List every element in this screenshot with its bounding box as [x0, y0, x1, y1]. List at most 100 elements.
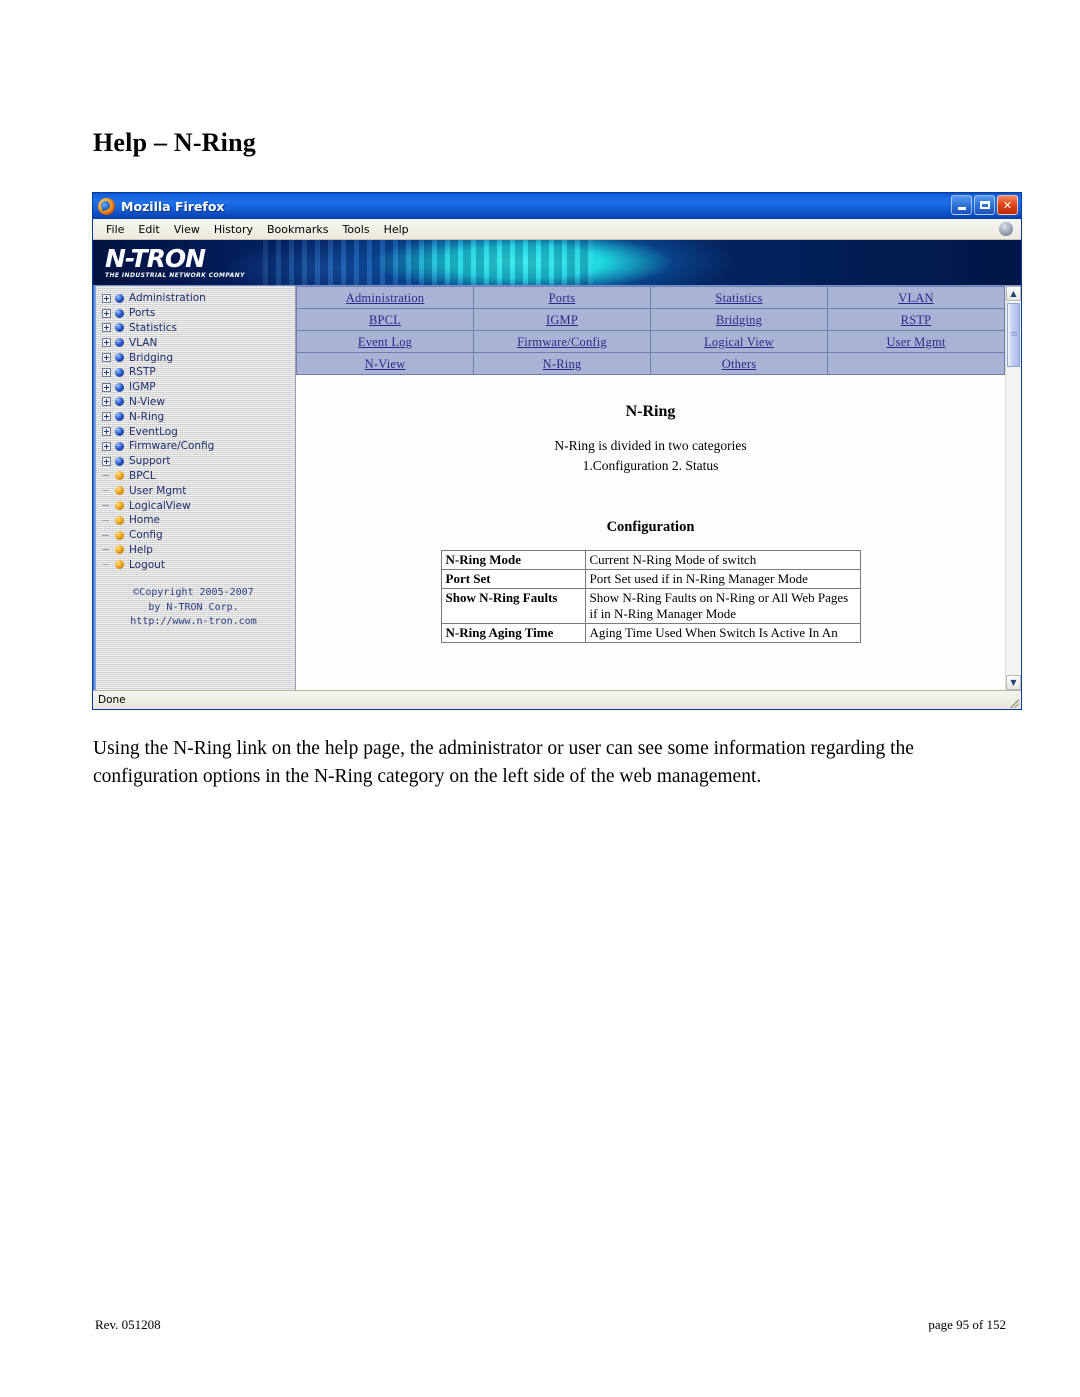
link-event-log[interactable]: Event Log [358, 335, 412, 349]
sidebar-item-bpcl[interactable]: BPCL [98, 469, 295, 484]
sidebar-item-rstp[interactable]: RSTP [98, 365, 295, 380]
resize-grip-icon[interactable] [1008, 697, 1019, 708]
sidebar-item-label: Statistics [129, 321, 177, 334]
expand-plus-icon[interactable] [102, 441, 111, 451]
link-ports[interactable]: Ports [549, 291, 576, 305]
link-cell-igmp[interactable]: IGMP [473, 308, 651, 331]
link-cell-n-ring[interactable]: N-Ring [473, 352, 651, 375]
sidebar-item-igmp[interactable]: IGMP [98, 380, 295, 395]
sidebar-item-eventlog[interactable]: EventLog [98, 424, 295, 439]
menu-tools[interactable]: Tools [335, 222, 376, 237]
expand-plus-icon[interactable] [102, 427, 111, 437]
sidebar-item-statistics[interactable]: Statistics [98, 321, 295, 336]
link-n-ring[interactable]: N-Ring [543, 357, 582, 371]
sidebar-item-label: Bridging [129, 351, 174, 364]
sidebar-item-firmware-config[interactable]: Firmware/Config [98, 439, 295, 454]
link-cell-n-view[interactable]: N-View [296, 352, 474, 375]
sidebar-item-n-view[interactable]: N-View [98, 395, 295, 410]
sidebar-item-label: VLAN [129, 336, 158, 349]
sidebar-item-config[interactable]: Config [98, 528, 295, 543]
navigation-sidebar[interactable]: Administration Ports Statistics VLAN Bri [93, 286, 296, 690]
sidebar-item-logout[interactable]: Logout [98, 557, 295, 572]
link-bridging[interactable]: Bridging [716, 313, 762, 327]
scrollbar-thumb[interactable] [1007, 303, 1020, 367]
link-cell-event-log[interactable]: Event Log [296, 330, 474, 353]
link-cell-user-mgmt[interactable]: User Mgmt [827, 330, 1005, 353]
expand-plus-icon[interactable] [102, 456, 111, 466]
copyright-url[interactable]: http://www.n-tron.com [98, 615, 289, 630]
link-cell-rstp[interactable]: RSTP [827, 308, 1005, 331]
menu-file[interactable]: File [99, 222, 131, 237]
link-bpcl[interactable]: BPCL [369, 313, 401, 327]
expand-plus-icon[interactable] [102, 412, 111, 422]
expand-plus-icon[interactable] [102, 293, 111, 303]
sidebar-item-administration[interactable]: Administration [98, 291, 295, 306]
expand-plus-icon[interactable] [102, 308, 111, 318]
expand-plus-icon[interactable] [102, 338, 111, 348]
link-cell-vlan[interactable]: VLAN [827, 286, 1005, 309]
link-user-mgmt[interactable]: User Mgmt [886, 335, 945, 349]
menu-history[interactable]: History [207, 222, 260, 237]
link-administration[interactable]: Administration [346, 291, 425, 305]
config-value-n-ring-mode: Current N-Ring Mode of switch [584, 550, 861, 570]
sidebar-item-vlan[interactable]: VLAN [98, 335, 295, 350]
link-cell-logical-view[interactable]: Logical View [650, 330, 828, 353]
link-cell-firmware-config[interactable]: Firmware/Config [473, 330, 651, 353]
sidebar-item-logicalview[interactable]: LogicalView [98, 498, 295, 513]
sidebar-item-label: LogicalView [129, 499, 191, 512]
menu-bookmarks[interactable]: Bookmarks [260, 222, 335, 237]
sidebar-item-label: Help [129, 543, 153, 556]
close-button[interactable]: ✕ [997, 195, 1018, 215]
scroll-down-arrow-icon[interactable]: ▼ [1006, 675, 1021, 690]
minimize-button[interactable] [951, 195, 972, 215]
help-intro-line1: N-Ring is divided in two categories [554, 438, 747, 453]
expand-plus-icon[interactable] [102, 353, 111, 363]
help-heading: N-Ring [625, 403, 676, 420]
sidebar-item-n-ring[interactable]: N-Ring [98, 409, 295, 424]
menu-edit[interactable]: Edit [131, 222, 166, 237]
menu-view[interactable]: View [167, 222, 207, 237]
sidebar-copyright: ©Copyright 2005-2007 by N-TRON Corp. htt… [98, 586, 295, 630]
sidebar-item-help[interactable]: Help [98, 543, 295, 558]
expand-plus-icon[interactable] [102, 323, 111, 333]
link-firmware-config[interactable]: Firmware/Config [517, 335, 607, 349]
sidebar-item-user-mgmt[interactable]: User Mgmt [98, 483, 295, 498]
config-key-show-n-ring-faults: Show N-Ring Faults [440, 588, 586, 624]
sidebar-item-label: User Mgmt [129, 484, 187, 497]
link-igmp[interactable]: IGMP [546, 313, 578, 327]
sidebar-item-ports[interactable]: Ports [98, 306, 295, 321]
sidebar-item-bridging[interactable]: Bridging [98, 350, 295, 365]
scroll-up-arrow-icon[interactable]: ▲ [1006, 286, 1021, 301]
configuration-table: N-Ring Mode Current N-Ring Mode of switc… [440, 550, 861, 643]
content-vertical-scrollbar[interactable]: ▲ ▼ [1005, 286, 1021, 690]
link-n-view[interactable]: N-View [365, 357, 406, 371]
sidebar-item-home[interactable]: Home [98, 513, 295, 528]
link-cell-bridging[interactable]: Bridging [650, 308, 828, 331]
config-value-port-set: Port Set used if in N-Ring Manager Mode [584, 569, 861, 589]
link-cell-statistics[interactable]: Statistics [650, 286, 828, 309]
link-statistics[interactable]: Statistics [715, 291, 762, 305]
sidebar-item-support[interactable]: Support [98, 454, 295, 469]
link-vlan[interactable]: VLAN [898, 291, 934, 305]
link-cell-ports[interactable]: Ports [473, 286, 651, 309]
orange-sphere-icon [115, 486, 124, 496]
expand-plus-icon[interactable] [102, 367, 111, 377]
maximize-button[interactable] [974, 195, 995, 215]
orange-sphere-icon [115, 471, 124, 481]
firefox-icon [98, 197, 115, 215]
expand-plus-icon[interactable] [102, 382, 111, 392]
ntron-wordmark: N-TRON [105, 244, 206, 273]
expand-plus-icon[interactable] [102, 397, 111, 407]
orange-sphere-icon [115, 530, 124, 540]
blue-sphere-icon [115, 338, 124, 348]
link-cell-administration[interactable]: Administration [296, 286, 474, 309]
link-cell-others[interactable]: Others [650, 352, 828, 375]
link-rstp[interactable]: RSTP [901, 313, 932, 327]
link-others[interactable]: Others [722, 357, 757, 371]
link-cell-bpcl[interactable]: BPCL [296, 308, 474, 331]
table-row: Show N-Ring Faults Show N-Ring Faults on… [440, 588, 861, 624]
help-article: N-Ring N-Ring is divided in two categori… [296, 375, 1005, 690]
menu-help[interactable]: Help [377, 222, 416, 237]
link-logical-view[interactable]: Logical View [704, 335, 774, 349]
blue-sphere-icon [115, 412, 124, 422]
